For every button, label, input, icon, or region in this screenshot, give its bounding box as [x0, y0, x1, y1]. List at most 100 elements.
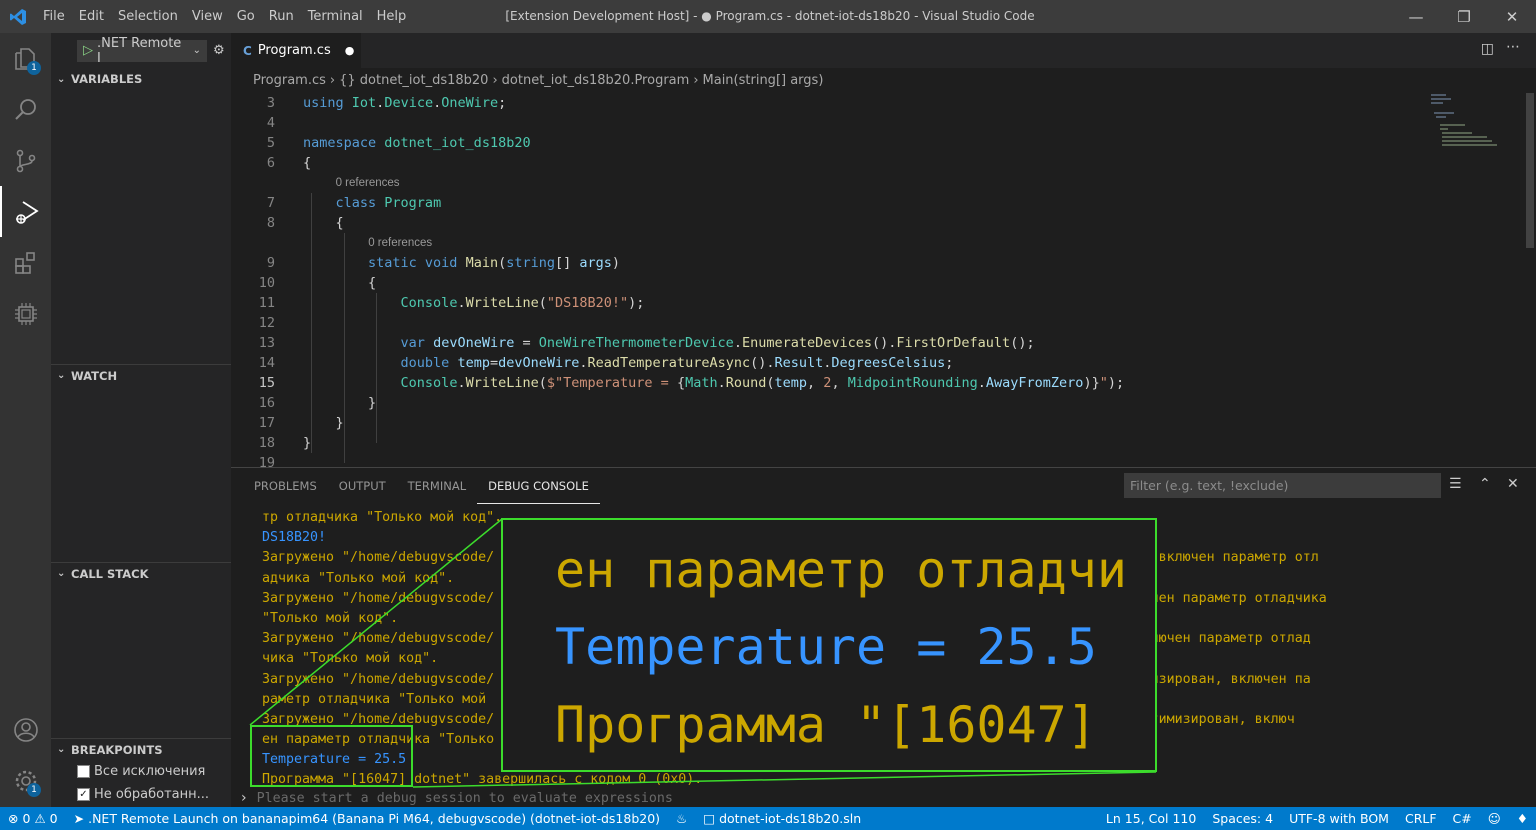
- section-call-stack[interactable]: ⌄ CALL STACK: [51, 562, 231, 584]
- accounts-icon[interactable]: [0, 704, 51, 755]
- indent-guide: [376, 293, 377, 443]
- breadcrumb-item[interactable]: Program.cs: [253, 73, 326, 88]
- line-number: 13: [258, 335, 275, 351]
- editor-area: C Program.cs ● ◫ ⋯ Program.cs ›{} dotnet_…: [231, 33, 1536, 467]
- code-token: namespace: [303, 135, 385, 151]
- code-token: ().: [872, 335, 897, 351]
- section-watch[interactable]: ⌄ WATCH: [51, 364, 231, 386]
- end-of-line[interactable]: CRLF: [1397, 811, 1445, 826]
- line-number: 3: [266, 95, 275, 111]
- menu-item-view[interactable]: View: [185, 9, 230, 24]
- editor-scrollbar[interactable]: [1522, 93, 1536, 467]
- notifications-bell-icon[interactable]: ♦: [1509, 811, 1536, 826]
- breakpoint-unhandled[interactable]: ✓ Не обработанн...: [77, 787, 209, 802]
- split-editor-icon[interactable]: ◫: [1481, 41, 1494, 57]
- zoom-line-temperature: Temperature = 25.5: [555, 618, 1097, 676]
- code-token: =: [489, 355, 499, 371]
- tab-output[interactable]: OUTPUT: [328, 468, 397, 504]
- minimize-icon[interactable]: —: [1392, 0, 1440, 33]
- code-text: {: [303, 213, 344, 233]
- tab-debug-console[interactable]: DEBUG CONSOLE: [477, 468, 600, 504]
- breakpoint-all-exceptions[interactable]: Все исключения: [77, 764, 205, 779]
- tab-terminal[interactable]: TERMINAL: [397, 468, 477, 504]
- menu-item-run[interactable]: Run: [262, 9, 301, 24]
- solution-status[interactable]: □ dotnet-iot-ds18b20.sln: [695, 811, 869, 826]
- maximize-panel-icon[interactable]: ⌃: [1479, 476, 1491, 492]
- source-control-icon[interactable]: [0, 135, 51, 186]
- menu-item-terminal[interactable]: Terminal: [301, 9, 370, 24]
- cursor-position[interactable]: Ln 15, Col 110: [1098, 811, 1204, 826]
- breakpoint-checkbox[interactable]: [77, 765, 90, 778]
- code-line: 6{: [231, 153, 1426, 173]
- debug-sidebar: ▷ .NET Remote I ⌄ ⚙ ⌄ VARIABLES ⌄ WATCH ⌄ C…: [51, 33, 231, 807]
- zoom-line-program: Программа "[16047]: [555, 696, 1097, 754]
- more-actions-icon[interactable]: ⋯: [1506, 39, 1520, 55]
- manage-gear-icon[interactable]: 1: [0, 755, 51, 806]
- encoding[interactable]: UTF-8 with BOM: [1281, 811, 1397, 826]
- breadcrumb-item[interactable]: dotnet_iot_ds18b20.Program: [502, 73, 690, 88]
- code-token: OneWire: [441, 95, 499, 111]
- clear-console-icon[interactable]: ☰: [1449, 476, 1462, 492]
- indentation[interactable]: Spaces: 4: [1204, 811, 1281, 826]
- title-bar: File Edit Selection View Go Run Terminal Help […: [0, 0, 1536, 33]
- indent-guide: [311, 193, 312, 453]
- launch-config-label: .NET Remote I: [97, 35, 182, 66]
- codelens-references[interactable]: 0 references: [336, 175, 400, 191]
- console-filter-input[interactable]: Filter (e.g. text, !exclude): [1124, 473, 1441, 498]
- unsaved-dot-icon[interactable]: ●: [345, 44, 355, 57]
- code-text: {: [303, 273, 376, 293]
- extensions-icon[interactable]: [0, 237, 51, 288]
- menu-item-file[interactable]: File: [36, 9, 72, 24]
- search-icon[interactable]: [0, 84, 51, 135]
- menu-item-help[interactable]: Help: [370, 9, 414, 24]
- code-line: 13 var devOneWire = OneWireThermometerDe…: [231, 333, 1426, 353]
- launch-config-select[interactable]: ▷ .NET Remote I ⌄: [77, 36, 207, 66]
- close-panel-icon[interactable]: ✕: [1507, 476, 1519, 492]
- activity-bar: 1 1: [0, 33, 51, 807]
- code-text: using Iot.Device.OneWire;: [303, 93, 506, 113]
- menu-item-selection[interactable]: Selection: [111, 9, 185, 24]
- device-chip-icon[interactable]: [0, 288, 51, 339]
- tab-program-cs[interactable]: C Program.cs ●: [231, 33, 361, 68]
- code-token: temp: [457, 355, 490, 371]
- indent-guide: [344, 233, 345, 463]
- close-icon[interactable]: ✕: [1488, 0, 1536, 33]
- breakpoint-checkbox[interactable]: ✓: [77, 788, 90, 801]
- line-number: 14: [258, 355, 275, 371]
- code-token: Result: [774, 355, 824, 371]
- tab-problems[interactable]: PROBLEMS: [243, 468, 328, 504]
- breadcrumb-item[interactable]: {} dotnet_iot_ds18b20: [339, 73, 488, 88]
- restore-icon[interactable]: ❐: [1440, 0, 1488, 33]
- explorer-icon[interactable]: 1: [0, 33, 51, 84]
- problems-status[interactable]: ⊗ 0 ⚠ 0: [0, 811, 66, 826]
- breadcrumb-separator: ›: [693, 73, 699, 88]
- minimap[interactable]: [1426, 93, 1526, 467]
- code-token: }: [303, 435, 312, 451]
- debug-launch-status[interactable]: ➤ .NET Remote Launch on bananapim64 (Bana…: [66, 811, 668, 826]
- code-text: }: [303, 393, 376, 413]
- language-mode[interactable]: C#: [1445, 811, 1480, 826]
- code-token: dotnet_iot_ds18b20: [384, 135, 531, 151]
- section-variables[interactable]: ⌄ VARIABLES: [51, 68, 231, 90]
- menu-item-go[interactable]: Go: [230, 9, 262, 24]
- code-line: 18}: [231, 433, 1426, 453]
- feedback-icon[interactable]: ☺: [1480, 811, 1509, 826]
- line-number: 8: [266, 215, 275, 231]
- run-debug-icon[interactable]: [0, 186, 51, 237]
- code-token: temp: [774, 375, 808, 391]
- code-line: 5 namespace dotnet_iot_ds18b20: [231, 133, 1426, 153]
- console-input[interactable]: › Please start a debug session to evalua…: [241, 788, 1531, 808]
- breadcrumb-item[interactable]: Main(string[] args): [703, 73, 824, 88]
- section-breakpoints[interactable]: ⌄ BREAKPOINTS: [51, 738, 231, 760]
- menu-item-edit[interactable]: Edit: [72, 9, 111, 24]
- code-token: using: [303, 95, 352, 111]
- start-debug-icon[interactable]: ▷: [83, 43, 93, 58]
- code-editor[interactable]: 3 using Iot.Device.OneWire; 4 5 namespace do…: [231, 93, 1426, 467]
- code-token: double: [400, 355, 458, 371]
- flame-icon[interactable]: ♨: [668, 811, 695, 826]
- codelens-references[interactable]: 0 references: [368, 235, 432, 251]
- breadcrumb-separator: ›: [329, 73, 336, 88]
- code-token: Console: [400, 295, 458, 311]
- settings-gear-icon[interactable]: ⚙: [213, 43, 225, 58]
